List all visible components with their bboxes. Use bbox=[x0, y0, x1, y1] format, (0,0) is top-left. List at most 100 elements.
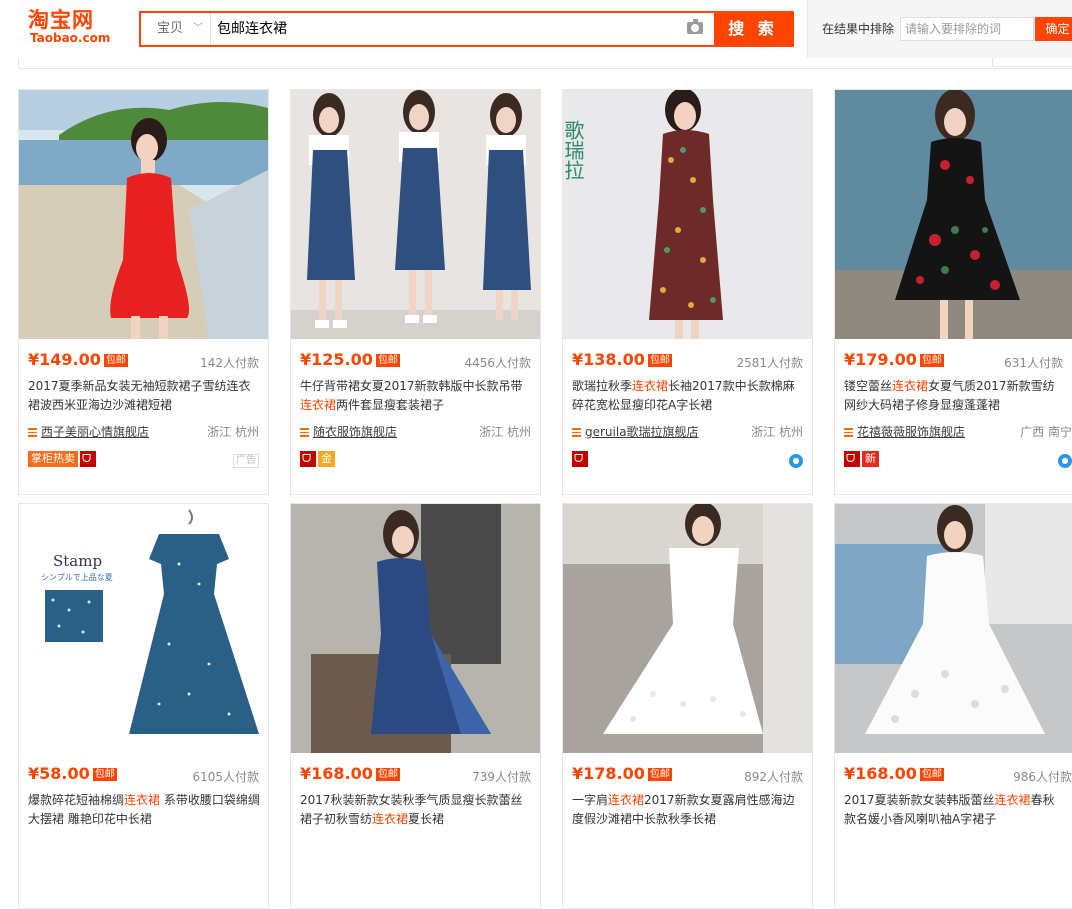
tag-row: ᗜ新 bbox=[844, 451, 881, 468]
product-title[interactable]: 2017夏装新款女装韩版蕾丝连衣裙春秋款名媛小香风喇叭袖A字裙子 bbox=[844, 791, 1066, 829]
product-image[interactable]: 歌瑞拉 bbox=[563, 90, 812, 339]
product-card[interactable]: ¥149.00 包邮 142人付款 2017夏季新品女装无袖短款裙子雪纺连衣裙波西… bbox=[18, 89, 269, 495]
shop-link[interactable]: 西子美丽心情旗舰店 bbox=[28, 423, 149, 440]
product-image[interactable]: Stamp シンプルで上品な夏 bbox=[19, 504, 268, 753]
shop-name[interactable]: 花禧薇薇服饰旗舰店 bbox=[857, 425, 965, 439]
search-category-select[interactable]: 宝贝 ﹀ bbox=[141, 13, 211, 45]
free-shipping-badge: 包邮 bbox=[919, 768, 944, 781]
shop-link[interactable]: 花禧薇薇服饰旗舰店 bbox=[844, 423, 965, 440]
location: 广西 南宁 bbox=[1020, 425, 1072, 439]
product-image[interactable] bbox=[291, 90, 540, 339]
free-shipping-badge: 包邮 bbox=[103, 354, 128, 367]
product-image[interactable] bbox=[291, 504, 540, 753]
title-text[interactable]: 两件套显瘦套装裙子 bbox=[336, 398, 444, 412]
shop-icon bbox=[28, 428, 37, 437]
product-image[interactable] bbox=[835, 90, 1072, 339]
search-input[interactable]: 包邮连衣裙 bbox=[217, 13, 677, 45]
hot-seller-tag[interactable]: 掌柜热卖 bbox=[28, 451, 78, 467]
product-title[interactable]: 2017夏季新品女装无袖短款裙子雪纺连衣裙波西米亚海边沙滩裙短裙 bbox=[28, 377, 260, 415]
shop-icon bbox=[844, 428, 853, 437]
shop-link[interactable]: 随衣服饰旗舰店 bbox=[300, 423, 397, 440]
tmall-icon[interactable]: ᗜ bbox=[300, 451, 316, 467]
product-title[interactable]: 2017秋装新款女装秋季气质显瘦长款蕾丝裙子初秋雪纺连衣裙夏长裙 bbox=[300, 791, 532, 829]
shop-link[interactable]: geruila歌瑞拉旗舰店 bbox=[572, 423, 699, 440]
taobao-logo[interactable]: 淘宝网 Taobao.com bbox=[28, 8, 112, 48]
search-button[interactable]: 搜 索 bbox=[714, 13, 792, 45]
product-price: ¥168.00 包邮 bbox=[844, 764, 944, 783]
product-price: ¥125.00 包邮 bbox=[300, 350, 400, 369]
tag-row: ᗜ金 bbox=[300, 451, 337, 468]
sold-count: 6105人付款 bbox=[192, 770, 259, 784]
sold-count: 4456人付款 bbox=[464, 356, 531, 370]
title-highlight[interactable]: 连衣裙 bbox=[608, 793, 644, 807]
product-title[interactable]: 爆款碎花短袖棉绸连衣裙 系带收腰口袋绵绸大摆裙 雕艳印花中长裙 bbox=[28, 791, 260, 829]
title-highlight[interactable]: 连衣裙 bbox=[124, 793, 160, 807]
title-text[interactable]: 夏长裙 bbox=[408, 812, 444, 826]
shop-name[interactable]: 西子美丽心情旗舰店 bbox=[41, 425, 149, 439]
location: 浙江 杭州 bbox=[479, 425, 531, 439]
product-card[interactable]: 歌瑞拉 ¥138.00 包邮 2581人付款 歌瑞拉秋季连衣裙长袖2017款中长款… bbox=[562, 89, 813, 495]
sold-count: 142人付款 bbox=[200, 356, 259, 370]
exclude-input[interactable]: 请输入要排除的词 bbox=[900, 17, 1034, 41]
product-title[interactable]: 歌瑞拉秋季连衣裙长袖2017款中长款棉麻碎花宽松显瘦印花A字长裙 bbox=[572, 377, 804, 415]
product-price: ¥138.00 包邮 bbox=[572, 350, 672, 369]
product-title[interactable]: 一字肩连衣裙2017新款女夏露肩性感海边度假沙滩裙中长款秋季长裙 bbox=[572, 791, 804, 829]
product-title[interactable]: 牛仔背带裙女夏2017新款韩版中长款吊带连衣裙两件套显瘦套装裙子 bbox=[300, 377, 532, 415]
tmall-icon[interactable]: ᗜ bbox=[80, 451, 96, 467]
product-image[interactable] bbox=[835, 504, 1072, 753]
product-price: ¥149.00 包邮 bbox=[28, 350, 128, 369]
wangwang-chat-icon[interactable]: ● bbox=[1058, 454, 1072, 468]
price-value: ¥125.00 bbox=[300, 350, 373, 369]
title-text[interactable]: 2017夏装新款女装韩版蕾丝 bbox=[844, 793, 995, 807]
title-highlight[interactable]: 连衣裙 bbox=[300, 398, 336, 412]
camera-icon[interactable] bbox=[687, 19, 703, 34]
title-highlight[interactable]: 连衣裙 bbox=[632, 379, 668, 393]
title-text[interactable]: 镂空蕾丝 bbox=[844, 379, 892, 393]
product-title[interactable]: 镂空蕾丝连衣裙女夏气质2017新款雪纺网纱大码裙子修身显瘦蓬蓬裙 bbox=[844, 377, 1066, 415]
sold-count: 892人付款 bbox=[744, 770, 803, 784]
sort-bar bbox=[18, 58, 1072, 69]
product-card[interactable]: ¥168.00 包邮 739人付款 2017秋装新款女装秋季气质显瘦长款蕾丝裙子初… bbox=[290, 503, 541, 909]
title-text[interactable]: 2017夏季新品女装无袖短款裙子雪纺连衣裙波西米亚海边沙滩裙短裙 bbox=[28, 379, 251, 412]
tmall-icon[interactable]: ᗜ bbox=[844, 451, 860, 467]
stamp-text: Stamp bbox=[53, 552, 102, 570]
product-card[interactable]: Stamp シンプルで上品な夏 ¥58.00 包邮 6105人付款 爆款碎花短袖棉… bbox=[18, 503, 269, 909]
price-value: ¥138.00 bbox=[572, 350, 645, 369]
sold-count: 2581人付款 bbox=[736, 356, 803, 370]
tmall-icon[interactable]: ᗜ bbox=[572, 451, 588, 467]
price-value: ¥168.00 bbox=[844, 764, 917, 783]
free-shipping-badge: 包邮 bbox=[919, 354, 944, 367]
shop-icon bbox=[300, 428, 309, 437]
shop-name[interactable]: geruila歌瑞拉旗舰店 bbox=[585, 425, 699, 439]
title-text[interactable]: 爆款碎花短袖棉绸 bbox=[28, 793, 124, 807]
product-image[interactable] bbox=[19, 90, 268, 339]
product-card[interactable]: ¥125.00 包邮 4456人付款 牛仔背带裙女夏2017新款韩版中长款吊带连衣… bbox=[290, 89, 541, 495]
product-price: ¥58.00 包邮 bbox=[28, 764, 117, 783]
title-highlight[interactable]: 连衣裙 bbox=[995, 793, 1031, 807]
new-tag[interactable]: 新 bbox=[862, 451, 879, 467]
product-card[interactable]: ¥168.00 包邮 986人付款 2017夏装新款女装韩版蕾丝连衣裙春秋款名媛小… bbox=[834, 503, 1072, 909]
exclude-label: 在结果中排除 bbox=[822, 22, 895, 36]
location: 浙江 杭州 bbox=[751, 425, 803, 439]
title-text[interactable]: 歌瑞拉秋季 bbox=[572, 379, 632, 393]
gold-seller-icon[interactable]: 金 bbox=[318, 451, 335, 467]
logo-subtext: Taobao.com bbox=[30, 31, 111, 45]
title-highlight[interactable]: 连衣裙 bbox=[372, 812, 408, 826]
product-image[interactable] bbox=[563, 504, 812, 753]
title-text[interactable]: 牛仔背带裙女夏2017新款韩版中长款吊带 bbox=[300, 379, 523, 393]
product-price: ¥179.00 包邮 bbox=[844, 350, 944, 369]
free-shipping-badge: 包邮 bbox=[375, 768, 400, 781]
shop-name[interactable]: 随衣服饰旗舰店 bbox=[313, 425, 397, 439]
title-highlight[interactable]: 连衣裙 bbox=[892, 379, 928, 393]
product-card[interactable]: ¥178.00 包邮 892人付款 一字肩连衣裙2017新款女夏露肩性感海边度假沙… bbox=[562, 503, 813, 909]
title-text[interactable]: 一字肩 bbox=[572, 793, 608, 807]
free-shipping-badge: 包邮 bbox=[92, 768, 117, 781]
ad-label: 广告 bbox=[233, 454, 259, 468]
chevron-down-icon: ﹀ bbox=[193, 23, 203, 34]
exclude-confirm-button[interactable]: 确定 bbox=[1035, 17, 1072, 41]
product-card[interactable]: ¥179.00 包邮 631人付款 镂空蕾丝连衣裙女夏气质2017新款雪纺网纱大码… bbox=[834, 89, 1072, 495]
price-value: ¥178.00 bbox=[572, 764, 645, 783]
search-box: 宝贝 ﹀ 包邮连衣裙 搜 索 bbox=[139, 11, 794, 47]
header: 淘宝网 Taobao.com 宝贝 ﹀ 包邮连衣裙 搜 索 在结果中排除 请输入… bbox=[0, 0, 1072, 58]
wangwang-chat-icon[interactable]: ● bbox=[789, 454, 803, 468]
